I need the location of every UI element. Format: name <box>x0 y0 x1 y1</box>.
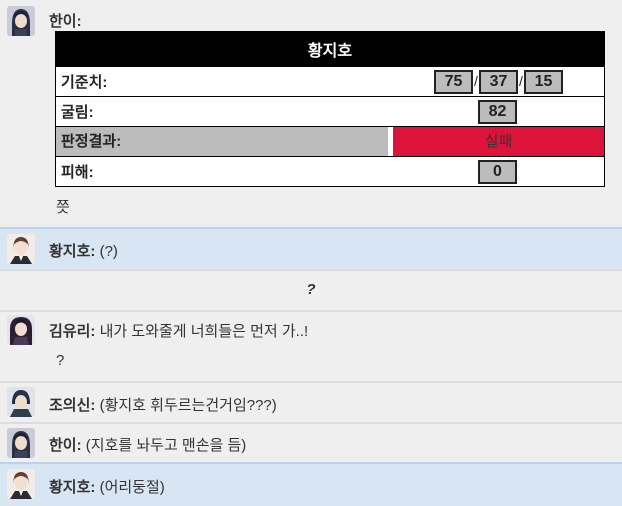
roll-label: 굴림: <box>61 104 94 121</box>
speaker-label: 한이: <box>49 437 82 454</box>
message-text: (지호를 놔두고 맨손을 듬) <box>85 437 247 454</box>
speaker-label: 황지호: <box>49 243 96 260</box>
speaker-label: 황지호: <box>49 479 96 496</box>
speaker-name: 조의신: (황지호 휘두르는건거임???) <box>49 394 277 415</box>
message-text: ? <box>306 281 316 298</box>
avatar-kimyuri-image <box>7 315 35 345</box>
avatar-joeuisin-image <box>7 387 35 417</box>
speaker-name: 김유리: 내가 도와줄게 너희들은 먼저 가..! <box>49 320 308 341</box>
standard-label: 기준치: <box>61 74 108 91</box>
avatar-hwangjiho[interactable] <box>7 234 35 264</box>
speaker-name: 한이: (지호를 놔두고 맨손을 듬) <box>49 434 246 455</box>
message-text: (어리둥절) <box>99 479 165 496</box>
speaker-name: 황지호: (?) <box>49 240 118 261</box>
message-center: ? <box>0 271 622 310</box>
avatar-hani-image <box>7 6 35 36</box>
message-joeuisin: 조의신: (황지호 휘두르는건거임???) <box>0 383 622 422</box>
message-kimyuri: 김유리: 내가 도와줄게 너희들은 먼저 가..! ? <box>0 312 622 381</box>
message-hwangjiho-1: 황지호: (?) <box>0 229 622 269</box>
judgement-title: 황지호 <box>56 32 604 66</box>
result-row: 판정결과: 실패 <box>56 126 604 156</box>
damage-value: 0 <box>478 160 517 184</box>
speaker-name: 한이: <box>49 13 82 30</box>
avatar-hani-image <box>7 428 35 458</box>
damage-row: 피해: 0 <box>56 156 604 186</box>
message-text: (?) <box>99 243 118 260</box>
standard-row: 기준치: 75/37/15 <box>56 66 604 96</box>
result-value: 실패 <box>393 127 604 156</box>
message-text: (황지호 휘두르는건거임???) <box>99 397 277 414</box>
avatar-hani[interactable] <box>7 428 35 458</box>
avatar-hwangjiho[interactable] <box>7 469 35 499</box>
standard-value-2: 37 <box>479 70 518 94</box>
speaker-name: 황지호: (어리둥절) <box>49 476 165 497</box>
message-text: 쯧 <box>56 199 70 216</box>
judgement-table: 황지호 기준치: 75/37/15 굴림: 82 판정결과: 실패 피해: 0 <box>55 31 605 187</box>
roll-value: 82 <box>478 100 517 124</box>
avatar-hwangjiho-image <box>7 234 35 264</box>
avatar-hani[interactable] <box>7 6 35 36</box>
message-extra-text: ? <box>56 352 65 369</box>
message-text: 내가 도와줄게 너희들은 먼저 가..! <box>99 323 309 340</box>
standard-value-1: 75 <box>434 70 473 94</box>
message-hani-2: 한이: (지호를 놔두고 맨손을 듬) <box>0 424 622 462</box>
avatar-hwangjiho-image <box>7 469 35 499</box>
standard-value-3: 15 <box>524 70 563 94</box>
damage-label: 피해: <box>61 164 94 181</box>
avatar-kimyuri[interactable] <box>7 315 35 345</box>
result-label: 판정결과: <box>56 127 388 156</box>
standard-values: 75/37/15 <box>434 70 563 94</box>
speaker-label: 김유리: <box>49 323 96 340</box>
roll-row: 굴림: 82 <box>56 96 604 126</box>
message-hani-1: 한이: 황지호 기준치: 75/37/15 굴림: 82 판정결과: 실패 피해… <box>0 0 622 227</box>
message-hwangjiho-2: 황지호: (어리둥절) <box>0 464 622 506</box>
speaker-label: 조의신: <box>49 397 96 414</box>
avatar-joeuisin[interactable] <box>7 387 35 417</box>
